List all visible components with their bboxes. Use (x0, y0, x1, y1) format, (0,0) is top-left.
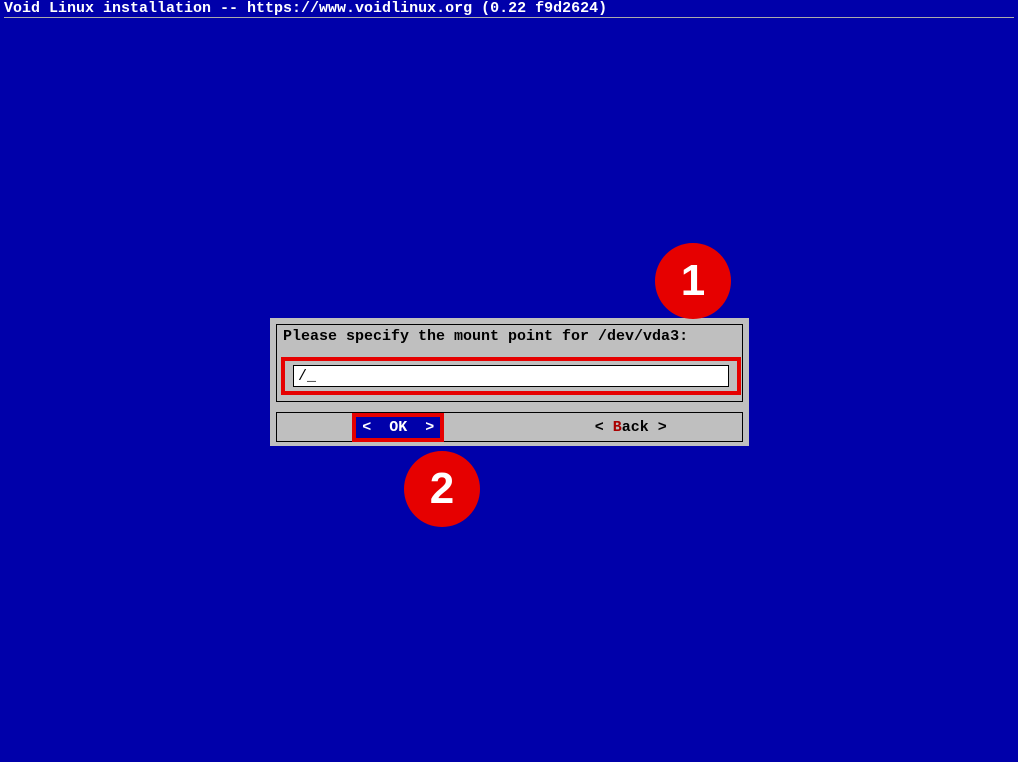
header-divider (4, 17, 1014, 18)
annotation-marker-1: 1 (655, 243, 731, 319)
back-button-hotkey: B (613, 419, 622, 436)
back-button-pre: < (595, 419, 613, 436)
input-annotation-highlight: /_ (281, 357, 741, 395)
button-group: < OK > < Back > (277, 413, 742, 442)
mount-point-dialog: Please specify the mount point for /dev/… (270, 318, 749, 446)
dialog-button-bar: < OK > < Back > (276, 412, 743, 442)
mount-point-input[interactable]: /_ (293, 365, 729, 387)
dialog-prompt: Please specify the mount point for /dev/… (277, 325, 742, 345)
dialog-body: Please specify the mount point for /dev/… (276, 324, 743, 402)
back-button-post: ack > (622, 419, 667, 436)
back-button[interactable]: < Back > (595, 419, 667, 436)
ok-button[interactable]: < OK > (356, 417, 440, 438)
ok-annotation-highlight: < OK > (352, 413, 444, 442)
annotation-marker-2: 2 (404, 451, 480, 527)
installer-header: Void Linux installation -- https://www.v… (0, 0, 1018, 17)
